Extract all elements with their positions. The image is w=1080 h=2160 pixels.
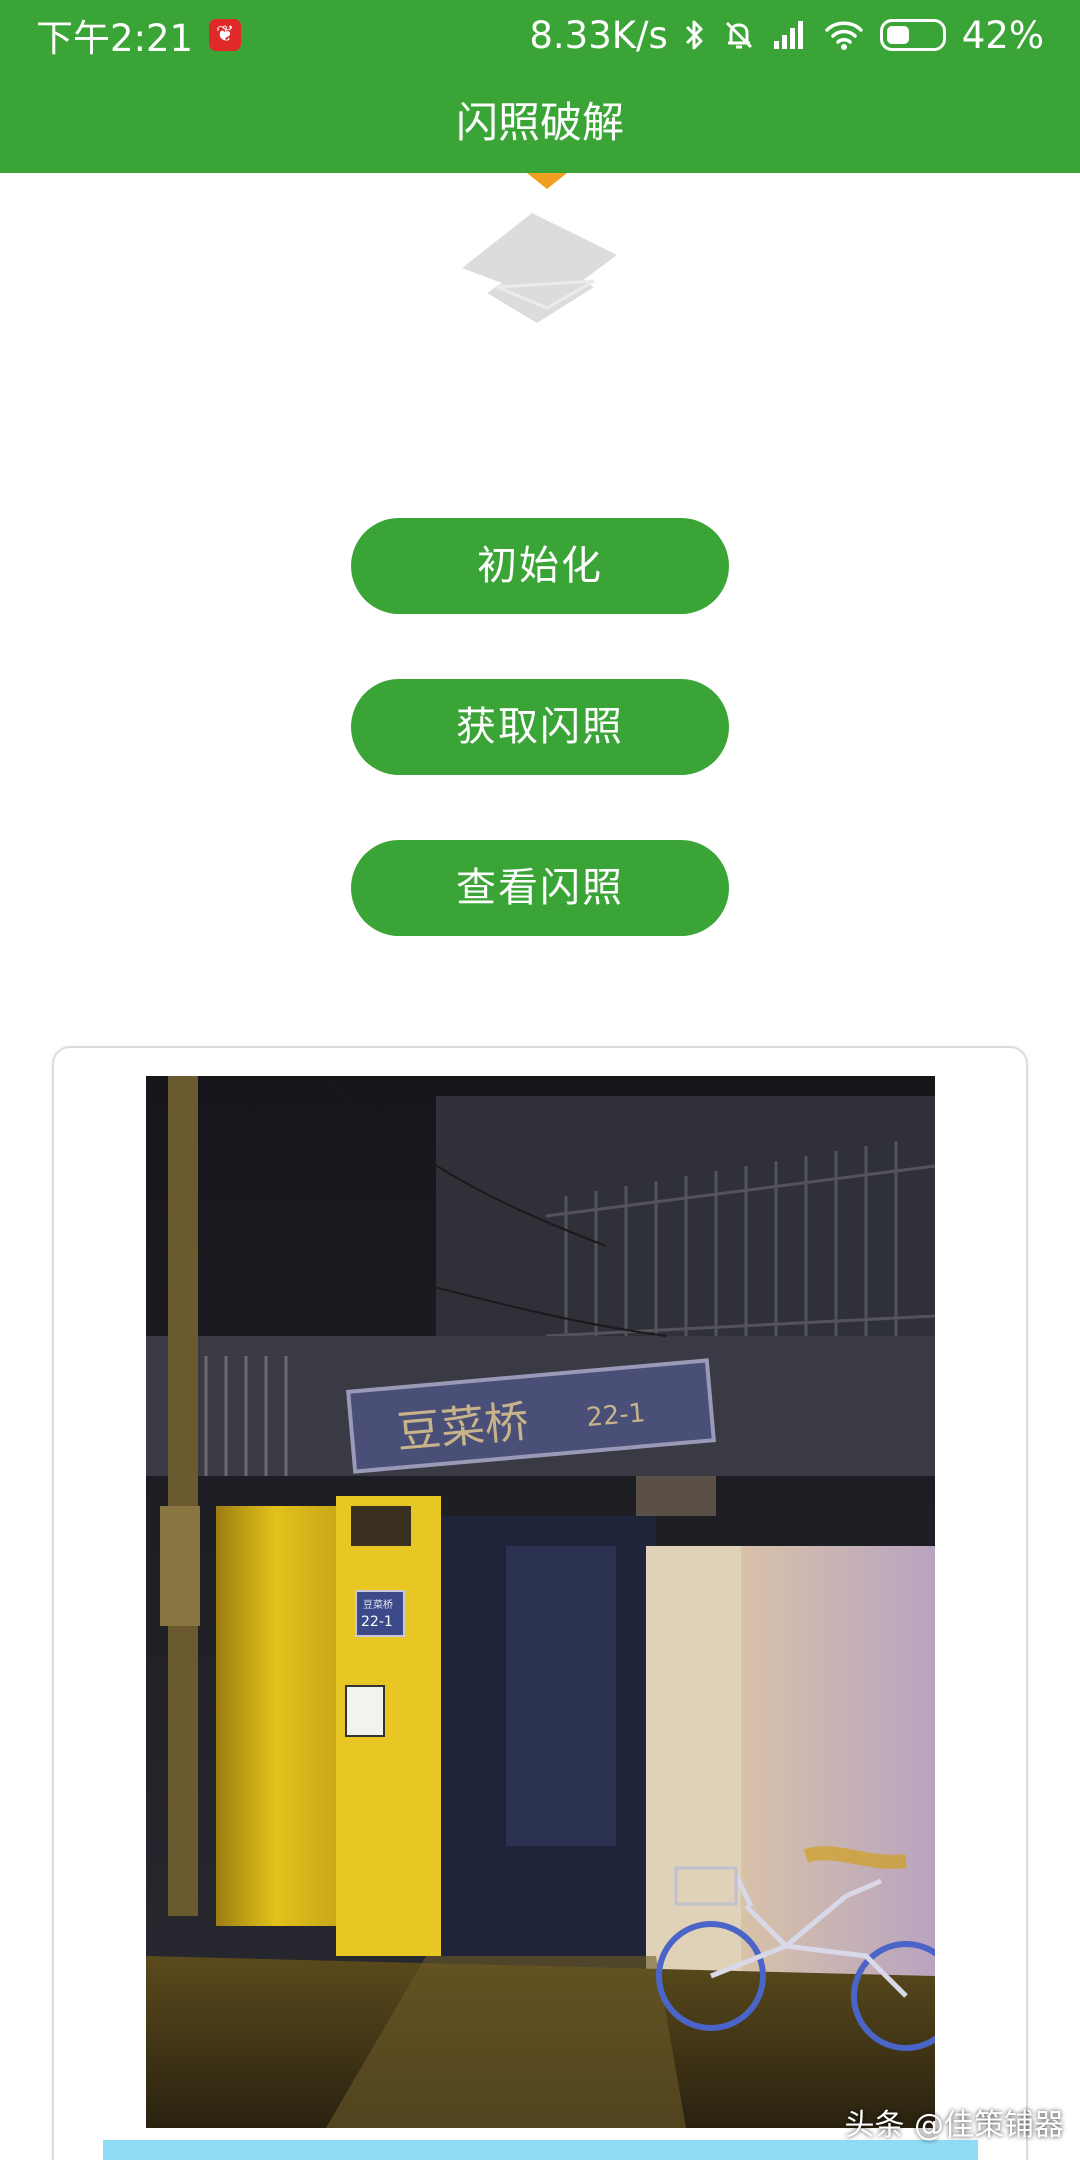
network-speed: 8.33K/s: [529, 13, 668, 57]
image-placeholder-icon: [462, 213, 617, 323]
status-left: 下午2:21 ❦: [36, 8, 242, 62]
plate-text: 豆菜桥: [363, 1599, 393, 1611]
app-notification-icon: ❦: [209, 19, 242, 51]
photo-scene: 豆菜桥 22-1 豆菜桥 22-1: [146, 1076, 935, 2128]
sign-number: 22-1: [585, 1398, 646, 1433]
battery-icon: [879, 19, 946, 51]
view-flash-photo-button[interactable]: 查看闪照: [351, 840, 729, 936]
signal-icon: [773, 21, 803, 49]
watermark: 头条 @佳策铺器: [844, 2108, 1064, 2143]
orange-arrow-icon: [527, 173, 567, 189]
flash-photo[interactable]: 豆菜桥 22-1 豆菜桥 22-1: [146, 1076, 935, 2128]
mute-bell-icon: [725, 21, 752, 49]
wifi-icon: [825, 21, 863, 50]
battery-fill: [886, 26, 909, 44]
bluetooth-icon: [685, 20, 703, 50]
app-bar: 下午2:21 ❦ 8.33K/s 42% 闪照破解: [0, 0, 1080, 173]
plate-number: 22-1: [361, 1614, 393, 1630]
app-title: 闪照破解: [455, 98, 624, 147]
status-time: 下午2:21: [36, 17, 194, 60]
init-button[interactable]: 初始化: [351, 518, 729, 614]
fetch-flash-photo-button[interactable]: 获取闪照: [351, 679, 729, 775]
battery-percent: 42%: [961, 13, 1044, 57]
status-bar: 下午2:21 ❦ 8.33K/s 42%: [0, 0, 1080, 70]
status-right: 8.33K/s 42%: [529, 14, 1044, 57]
